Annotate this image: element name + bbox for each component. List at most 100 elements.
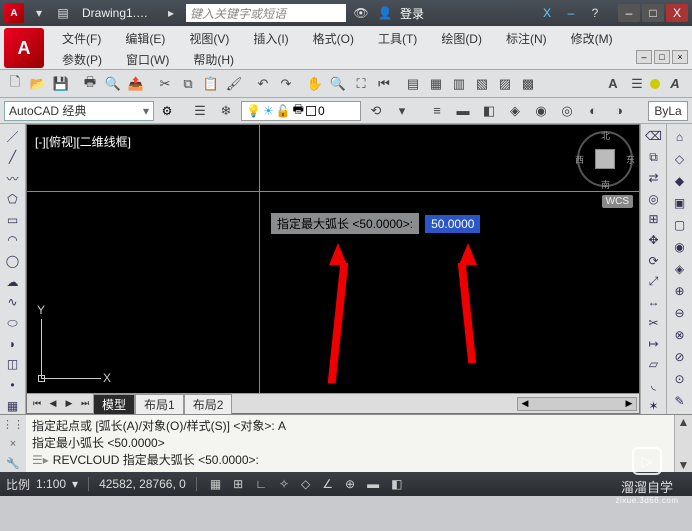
markup-icon[interactable]: ▨ bbox=[494, 73, 516, 95]
pline-icon[interactable]: 〰 bbox=[4, 170, 22, 187]
point-icon[interactable]: • bbox=[4, 377, 22, 394]
misc5-icon[interactable]: ◑ bbox=[608, 100, 630, 122]
search-input[interactable]: 键入关键字或短语 bbox=[186, 4, 346, 22]
ellipse-arc-icon[interactable]: ◗ bbox=[4, 335, 22, 352]
calc-icon[interactable]: ▩ bbox=[517, 73, 539, 95]
menu-insert[interactable]: 插入(I) bbox=[241, 28, 300, 49]
new-icon[interactable]: 🗋 bbox=[4, 73, 26, 95]
tab-last-icon[interactable]: ⏭ bbox=[77, 396, 93, 412]
nav4-icon[interactable]: ▢ bbox=[671, 216, 689, 234]
status-qr-icon[interactable]: ◧ bbox=[388, 477, 405, 491]
nav3-icon[interactable]: ▣ bbox=[671, 194, 689, 212]
viewcube-north[interactable]: 北 bbox=[601, 129, 610, 142]
misc4-icon[interactable]: ◐ bbox=[582, 100, 604, 122]
text-style-icon[interactable]: A bbox=[662, 73, 688, 95]
layer-prev-icon[interactable]: ⟲ bbox=[365, 100, 387, 122]
nav2-icon[interactable]: ◆ bbox=[671, 172, 689, 190]
menu-tools[interactable]: 工具(T) bbox=[366, 28, 429, 49]
zoom-prev-icon[interactable]: ⏮ bbox=[373, 73, 395, 95]
array-icon[interactable]: ⊞ bbox=[645, 211, 663, 228]
nav1-icon[interactable]: ◇ bbox=[671, 150, 689, 168]
status-otrack-icon[interactable]: ∠ bbox=[319, 477, 336, 491]
lineweight-icon[interactable]: ▬ bbox=[452, 100, 474, 122]
tab-model[interactable]: 模型 bbox=[93, 394, 135, 414]
paste-icon[interactable]: 📋 bbox=[200, 73, 222, 95]
menu-window[interactable]: 窗口(W) bbox=[114, 49, 181, 70]
explode-icon[interactable]: ✶ bbox=[645, 397, 663, 414]
status-scale-value[interactable]: 1:100 bbox=[36, 477, 66, 491]
nav9-icon[interactable]: ⊗ bbox=[671, 326, 689, 344]
nav11-icon[interactable]: ⊙ bbox=[671, 370, 689, 388]
misc2-icon[interactable]: ◉ bbox=[530, 100, 552, 122]
preview-icon[interactable]: 🔍 bbox=[102, 73, 124, 95]
design-center-icon[interactable]: ▦ bbox=[425, 73, 447, 95]
misc1-icon[interactable]: ◈ bbox=[504, 100, 526, 122]
status-coords[interactable]: 42582, 28766, 0 bbox=[99, 477, 186, 491]
viewcube-west[interactable]: 西 bbox=[575, 153, 584, 166]
menu-format[interactable]: 格式(O) bbox=[301, 28, 366, 49]
minimize-button[interactable]: – bbox=[618, 4, 640, 22]
login-button[interactable]: 登录 bbox=[400, 5, 424, 22]
command-text[interactable]: 指定起点或 [弧长(A)/对象(O)/样式(S)] <对象>: A 指定最小弧长… bbox=[26, 415, 674, 472]
standards-icon[interactable]: ☰ bbox=[626, 73, 648, 95]
nav5-icon[interactable]: ◉ bbox=[671, 238, 689, 256]
spline-icon[interactable]: ∿ bbox=[4, 294, 22, 311]
viewport-label[interactable]: [-][俯视][二维线框] bbox=[35, 133, 131, 150]
redo-icon[interactable]: ↷ bbox=[275, 73, 297, 95]
drawing-canvas[interactable]: [-][俯视][二维线框] 北 南 西 东 WCS 指定最大弧长 <50.000… bbox=[27, 125, 639, 393]
mdi-minimize[interactable]: – bbox=[636, 50, 652, 64]
cut-icon[interactable]: ✂ bbox=[154, 73, 176, 95]
home-icon[interactable]: ⌂ bbox=[671, 128, 689, 146]
print-icon[interactable]: 🖶 bbox=[79, 73, 101, 95]
wcs-badge[interactable]: WCS bbox=[602, 195, 633, 208]
color-icon[interactable]: ◧ bbox=[478, 100, 500, 122]
status-ortho-icon[interactable]: ∟ bbox=[252, 477, 270, 491]
nav6-icon[interactable]: ◈ bbox=[671, 260, 689, 278]
stretch-icon[interactable]: ↔ bbox=[645, 294, 663, 311]
cmd-wrench-icon[interactable]: 🔧 bbox=[6, 457, 20, 470]
close-button[interactable]: X bbox=[666, 4, 688, 22]
layer-combo[interactable]: 💡☀🔓🖶 0 bbox=[241, 101, 361, 121]
layer-state-icon[interactable]: ▾ bbox=[391, 100, 413, 122]
trim-icon[interactable]: ✂ bbox=[645, 314, 663, 331]
layer-manager-icon[interactable]: ☰ bbox=[189, 100, 211, 122]
app-big-logo-icon[interactable]: A bbox=[4, 28, 44, 68]
mdi-restore[interactable]: □ bbox=[654, 50, 670, 64]
zoom-icon[interactable]: 🔍 bbox=[327, 73, 349, 95]
viewcube[interactable]: 北 南 西 东 bbox=[577, 131, 633, 187]
menu-param[interactable]: 参数(P) bbox=[50, 49, 114, 70]
publish-icon[interactable]: 📤 bbox=[125, 73, 147, 95]
cmd-close-icon[interactable]: × bbox=[10, 438, 16, 450]
menu-draw[interactable]: 绘图(D) bbox=[429, 28, 494, 49]
zoom-window-icon[interactable]: ⛶ bbox=[350, 73, 372, 95]
hscrollbar[interactable]: ◀▶ bbox=[517, 397, 637, 411]
layer-freeze-icon[interactable]: ❄ bbox=[215, 100, 237, 122]
revcloud-icon[interactable]: ☁ bbox=[4, 273, 22, 290]
nav12-icon[interactable]: ✎ bbox=[671, 392, 689, 410]
nav10-icon[interactable]: ⊘ bbox=[671, 348, 689, 366]
nav7-icon[interactable]: ⊕ bbox=[671, 282, 689, 300]
block-icon[interactable]: ◫ bbox=[4, 356, 22, 373]
menu-dim[interactable]: 标注(N) bbox=[494, 28, 559, 49]
menu-help[interactable]: 帮助(H) bbox=[181, 49, 246, 70]
menu-edit[interactable]: 编辑(E) bbox=[113, 28, 177, 49]
sheet-set-icon[interactable]: ▧ bbox=[471, 73, 493, 95]
fillet-icon[interactable]: ◟ bbox=[645, 377, 663, 394]
tab-first-icon[interactable]: ⏮ bbox=[29, 396, 45, 412]
match-icon[interactable]: 🖌 bbox=[223, 73, 245, 95]
mdi-close[interactable]: × bbox=[672, 50, 688, 64]
nav8-icon[interactable]: ⊖ bbox=[671, 304, 689, 322]
tab-layout2[interactable]: 布局2 bbox=[184, 394, 233, 414]
app-logo-icon[interactable]: A bbox=[4, 3, 24, 23]
scale-icon[interactable]: ⤢ bbox=[645, 273, 663, 290]
status-polar-icon[interactable]: ✧ bbox=[276, 477, 292, 491]
mirror-icon[interactable]: ⇄ bbox=[645, 169, 663, 186]
status-lwt-icon[interactable]: ▬ bbox=[364, 477, 382, 491]
copy-icon[interactable]: ⧉ bbox=[177, 73, 199, 95]
line-icon[interactable]: ／ bbox=[4, 128, 22, 145]
status-grid-icon[interactable]: ⊞ bbox=[230, 477, 246, 491]
circle-icon[interactable]: ◯ bbox=[4, 253, 22, 270]
tab-prev-icon[interactable]: ◀ bbox=[45, 396, 61, 412]
tool-palette-icon[interactable]: ▥ bbox=[448, 73, 470, 95]
search-icon[interactable]: 👁 bbox=[352, 4, 370, 22]
